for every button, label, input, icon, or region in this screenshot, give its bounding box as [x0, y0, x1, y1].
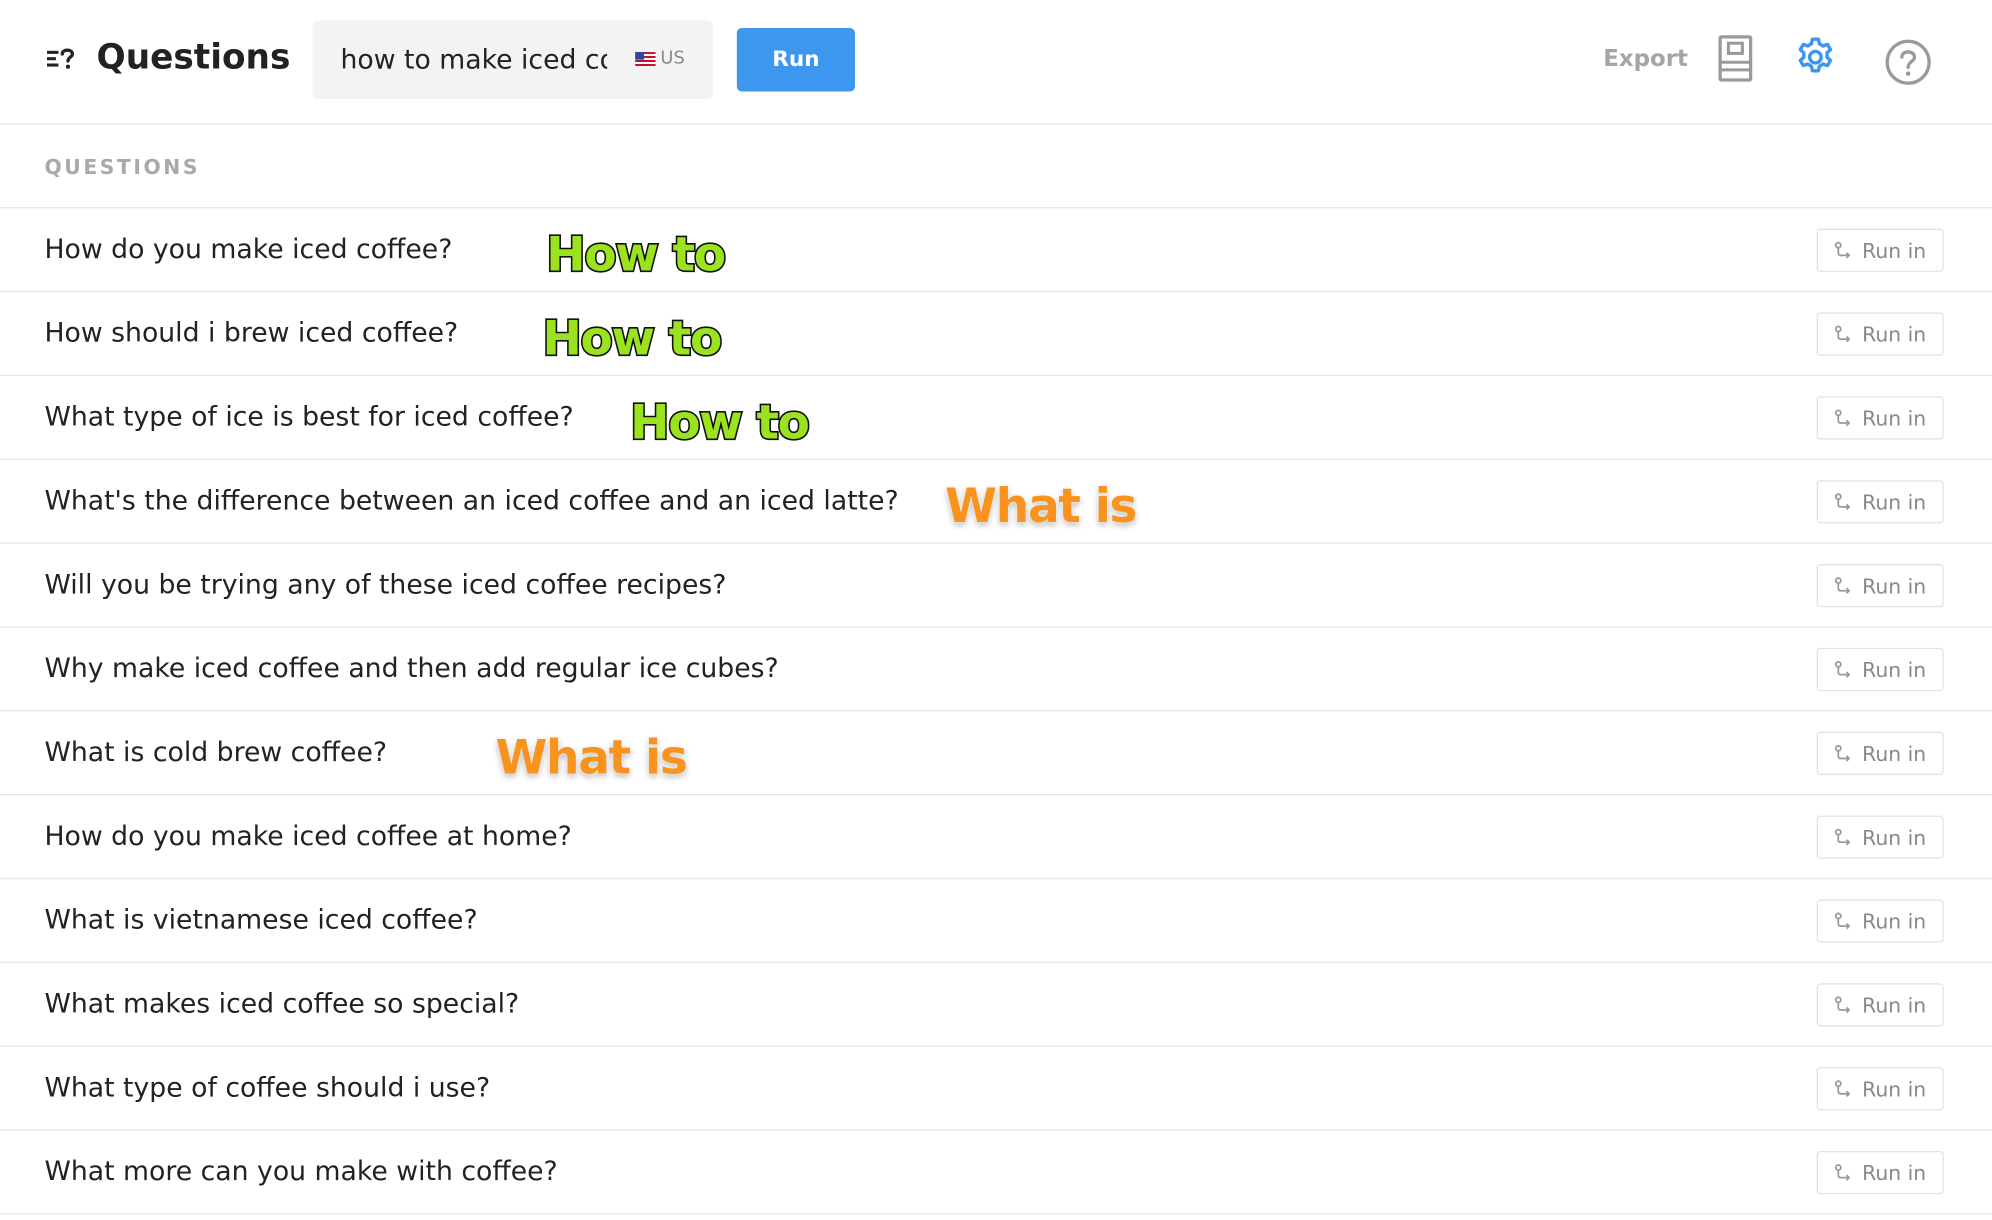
route-icon — [1834, 744, 1851, 762]
run-in-label: Run in — [1862, 1160, 1927, 1185]
columns-icon[interactable] — [1718, 34, 1754, 82]
question-text[interactable]: What more can you make with coffee? — [44, 1156, 557, 1186]
run-in-label: Run in — [1862, 908, 1927, 934]
question-row[interactable]: How should i brew iced coffee? How to Run … — [0, 292, 1992, 377]
route-icon — [1834, 1080, 1851, 1097]
question-row[interactable]: How do you make iced coffee? How to Run in — [0, 208, 1992, 293]
how-to-tag: How to — [541, 310, 724, 368]
run-in-label: Run in — [1862, 573, 1927, 598]
header-bar: Questions US Run Export — [0, 0, 1992, 125]
route-icon — [1834, 325, 1851, 343]
run-in-label: Run in — [1862, 992, 1927, 1017]
question-row[interactable]: What's the difference between an iced co… — [0, 460, 1992, 544]
question-text[interactable]: How do you make iced coffee at home? — [44, 821, 571, 851]
question-row[interactable]: What makes iced coffee so special? Run in — [0, 963, 1992, 1047]
question-row[interactable]: Why make iced coffee and then add regula… — [0, 628, 1992, 712]
section-label: QUESTIONS — [0, 125, 1992, 209]
run-in-label: Run in — [1862, 741, 1927, 766]
run-in-label: Run in — [1862, 405, 1927, 431]
question-text[interactable]: How do you make iced coffee? — [44, 234, 452, 264]
question-row[interactable]: What is vietnamese iced coffee? Run in — [0, 879, 1992, 963]
page-title: Questions — [96, 38, 291, 78]
run-in-button[interactable]: Run in — [1816, 228, 1944, 272]
run-in-button[interactable]: Run in — [1816, 1067, 1944, 1111]
question-row[interactable]: What type of coffee should i use? Run in — [0, 1047, 1992, 1131]
question-text[interactable]: Will you be trying any of these iced cof… — [44, 569, 726, 599]
search-box: US — [312, 20, 713, 100]
country-code: US — [660, 48, 685, 69]
route-icon — [1834, 996, 1851, 1014]
export-button[interactable]: Export — [1603, 46, 1688, 73]
how-to-tag: How to — [545, 226, 728, 284]
run-in-button[interactable]: Run in — [1816, 396, 1944, 440]
run-in-label: Run in — [1862, 1076, 1927, 1101]
route-icon — [1834, 241, 1851, 259]
run-in-button[interactable]: Run in — [1816, 899, 1944, 943]
what-is-tag: What is — [495, 730, 687, 786]
route-icon — [1834, 912, 1851, 930]
run-in-button[interactable]: Run in — [1816, 564, 1944, 608]
gear-icon[interactable] — [1794, 36, 1837, 79]
run-in-button[interactable]: Run in — [1816, 312, 1944, 356]
route-icon — [1834, 493, 1851, 511]
run-in-button[interactable]: Run in — [1816, 1150, 1944, 1195]
route-icon — [1834, 660, 1851, 678]
question-row[interactable]: What type of ice is best for iced coffee… — [0, 376, 1992, 460]
run-in-label: Run in — [1862, 657, 1927, 682]
question-text[interactable]: What's the difference between an iced co… — [44, 485, 898, 515]
question-text[interactable]: How should i brew iced coffee? — [44, 318, 458, 348]
how-to-tag: How to — [629, 394, 812, 452]
us-flag-icon — [635, 51, 656, 66]
run-in-button[interactable]: Run in — [1816, 647, 1944, 692]
run-button[interactable]: Run — [736, 27, 855, 92]
question-text[interactable]: What is vietnamese iced coffee? — [44, 905, 477, 935]
run-in-label: Run in — [1862, 825, 1927, 850]
what-is-tag: What is — [945, 478, 1137, 534]
run-in-button[interactable]: Run in — [1816, 480, 1944, 524]
country-selector[interactable]: US — [635, 48, 685, 69]
question-text[interactable]: What type of coffee should i use? — [44, 1072, 490, 1102]
question-text[interactable]: Why make iced coffee and then add regula… — [44, 653, 778, 683]
question-row[interactable]: What more can you make with coffee? Run i… — [0, 1131, 1992, 1215]
route-icon — [1834, 1164, 1851, 1181]
run-in-button[interactable]: Run in — [1816, 815, 1944, 859]
route-icon — [1834, 409, 1851, 427]
questions-page: Questions US Run Export QUESTIONS Ho — [0, 0, 1992, 1215]
run-in-button[interactable]: Run in — [1816, 731, 1944, 775]
run-in-label: Run in — [1862, 238, 1927, 263]
route-icon — [1834, 577, 1851, 594]
run-in-label: Run in — [1862, 489, 1927, 514]
question-row[interactable]: Will you be trying any of these iced cof… — [0, 544, 1992, 628]
question-text[interactable]: What is cold brew coffee? — [44, 737, 387, 767]
question-text[interactable]: What makes iced coffee so special? — [44, 988, 519, 1018]
question-row[interactable]: What is cold brew coffee? What is Run in — [0, 711, 1992, 796]
list-question-icon — [47, 48, 75, 69]
question-text[interactable]: What type of ice is best for iced coffee… — [44, 401, 573, 431]
route-icon — [1834, 828, 1851, 846]
run-in-button[interactable]: Run in — [1816, 983, 1944, 1027]
question-row[interactable]: How do you make iced coffee at home? Run … — [0, 795, 1992, 880]
run-in-label: Run in — [1862, 322, 1927, 347]
question-list: How do you make iced coffee? How to Run in… — [0, 208, 1992, 1215]
help-circle-icon[interactable] — [1884, 38, 1932, 86]
search-input[interactable] — [340, 40, 608, 79]
